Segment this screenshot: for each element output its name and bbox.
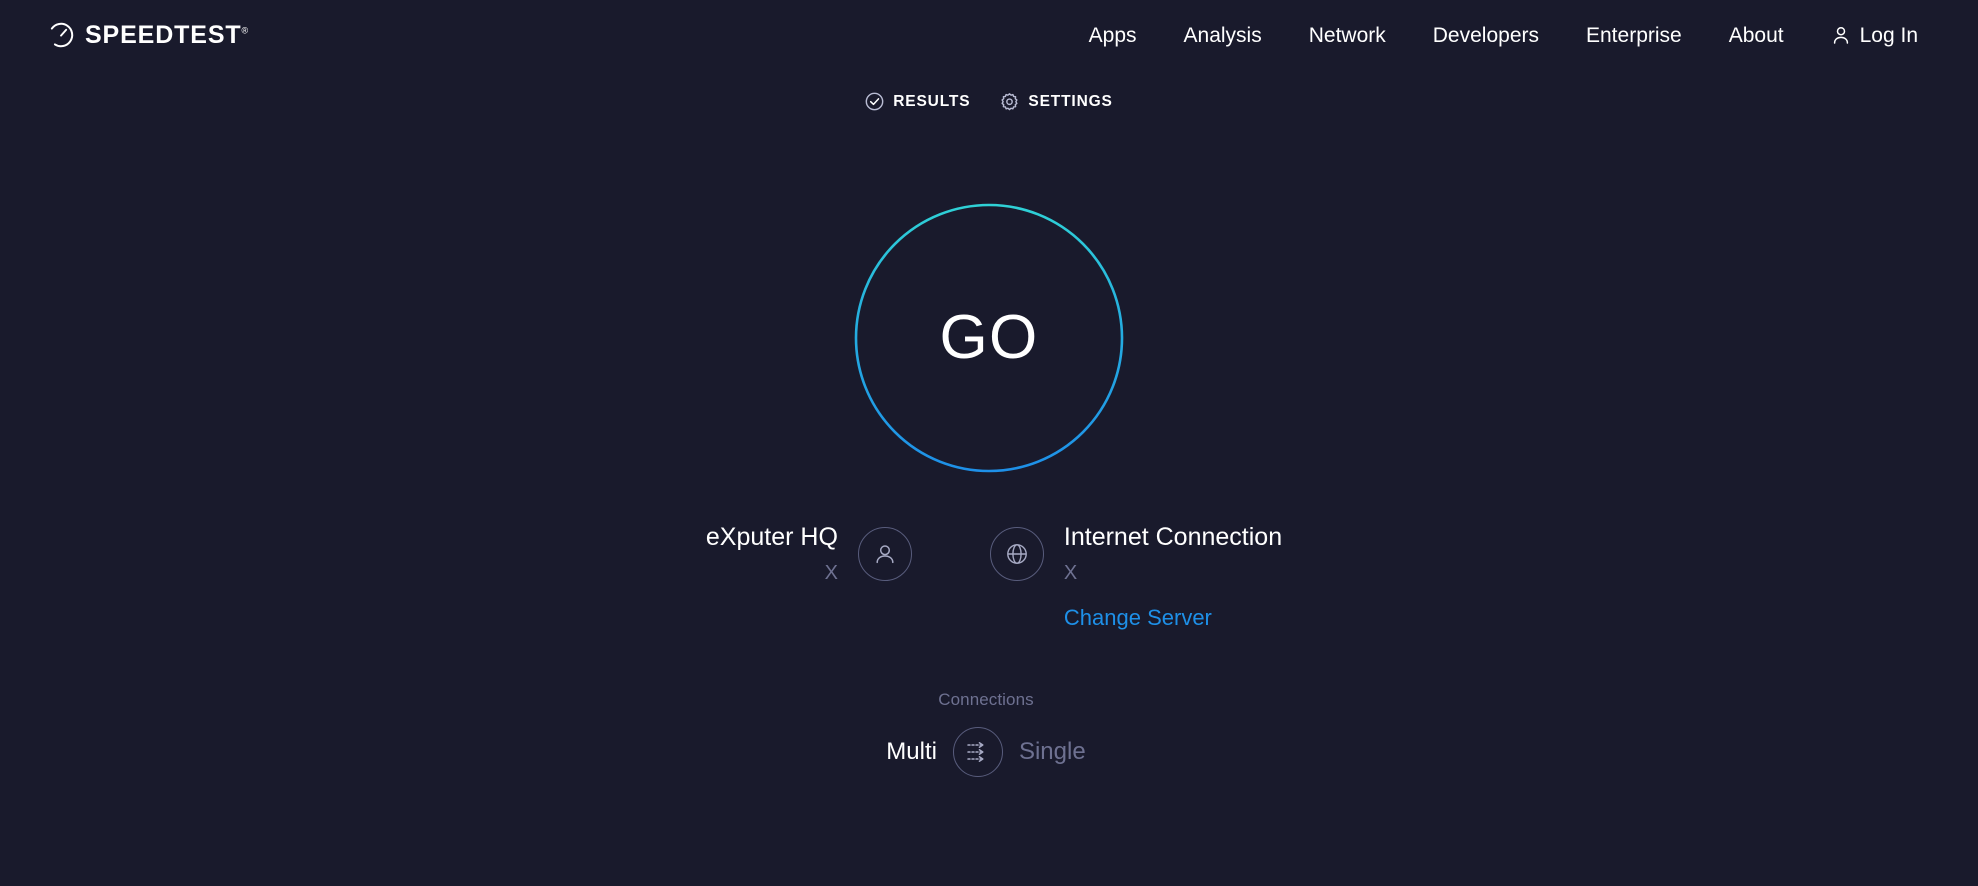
change-server-link[interactable]: Change Server: [1064, 606, 1212, 629]
client-icon-button[interactable]: [857, 527, 912, 581]
go-button-area: GO: [0, 203, 1978, 473]
isp-info: Internet Connection X Change Server: [989, 523, 1282, 629]
go-button-label: GO: [939, 303, 1039, 372]
client-text: eXputer HQ X: [706, 523, 838, 589]
nav-item-network[interactable]: Network: [1309, 25, 1386, 46]
login-button[interactable]: Log In: [1831, 25, 1918, 46]
nav-item-analysis[interactable]: Analysis: [1184, 25, 1262, 46]
client-name: eXputer HQ: [705, 523, 838, 551]
brand-logo[interactable]: SPEEDTEST®: [48, 22, 248, 48]
client-info: eXputer HQ X: [706, 523, 912, 589]
tab-results-label: RESULTS: [893, 92, 971, 110]
tab-settings-label: SETTINGS: [1028, 92, 1113, 110]
tab-results[interactable]: RESULTS: [865, 92, 970, 111]
tab-settings[interactable]: SETTINGS: [1000, 92, 1112, 111]
gear-icon: [1000, 92, 1019, 111]
main-navigation: Apps Analysis Network Developers Enterpr…: [1089, 25, 1918, 46]
nav-item-developers[interactable]: Developers: [1433, 25, 1539, 46]
connections-label: Connections: [938, 689, 1034, 709]
client-detail: X: [824, 561, 838, 584]
connections-section: Connections Multi Single: [0, 691, 1978, 777]
nav-item-about[interactable]: About: [1729, 25, 1784, 46]
brand-name-text: SPEEDTEST: [85, 20, 242, 49]
site-header: SPEEDTEST® Apps Analysis Network Develop…: [0, 0, 1978, 70]
isp-detail: X: [1063, 561, 1078, 584]
nav-item-enterprise[interactable]: Enterprise: [1586, 25, 1682, 46]
connections-multi-option[interactable]: Multi: [886, 739, 937, 764]
connections-toggle-button[interactable]: [952, 726, 1003, 777]
login-label: Log In: [1859, 23, 1918, 47]
isp-text: Internet Connection X Change Server: [1064, 523, 1282, 629]
go-button[interactable]: GO: [854, 203, 1124, 473]
brand-trademark: ®: [241, 25, 249, 36]
connections-switch: Multi Single: [886, 726, 1086, 777]
person-icon: [871, 540, 899, 568]
nav-item-apps[interactable]: Apps: [1089, 25, 1137, 46]
tab-bar: RESULTS SETTINGS: [0, 92, 1978, 111]
isp-name: Internet Connection: [1063, 523, 1283, 551]
speedometer-icon: [48, 22, 74, 48]
globe-icon: [1003, 540, 1031, 568]
multi-arrows-icon: [964, 740, 992, 764]
person-icon: [1831, 25, 1851, 45]
isp-icon-button[interactable]: [989, 527, 1044, 581]
brand-wordmark: SPEEDTEST®: [85, 20, 249, 49]
server-row: eXputer HQ X Internet Connection X Chang…: [0, 523, 1978, 629]
connections-single-option[interactable]: Single: [1019, 739, 1086, 764]
check-circle-icon: [865, 92, 884, 111]
